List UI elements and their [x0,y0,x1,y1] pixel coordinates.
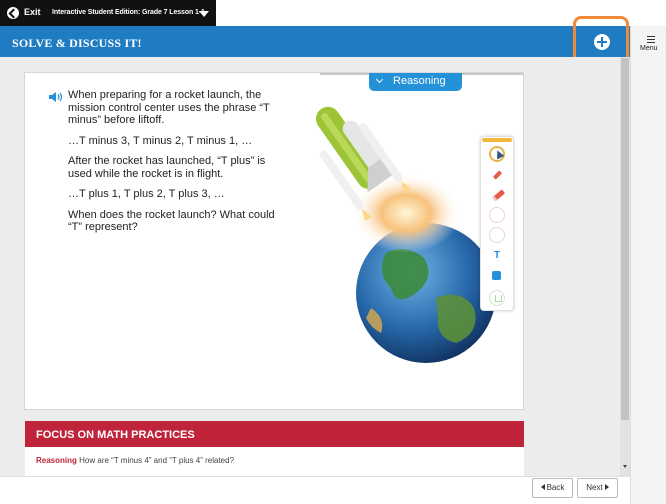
exit-button[interactable]: Exit [24,7,41,17]
focus-question-text: How are “T minus 4” and “T plus 4” relat… [79,456,235,465]
redo-icon[interactable] [489,227,505,243]
text-tool-icon[interactable]: T [489,248,505,264]
reasoning-tab[interactable]: Reasoning [369,73,462,91]
arrow-left-icon [540,484,545,490]
trash-icon[interactable] [489,290,505,306]
next-button[interactable]: Next [577,478,618,498]
problem-paragraph: When preparing for a rocket launch, the … [68,89,270,126]
pen-icon[interactable] [489,168,505,184]
undo-icon[interactable] [489,207,505,223]
menu-button[interactable]: Menu [640,45,658,52]
focus-question: Reasoning How are “T minus 4” and “T plu… [36,456,234,465]
scrollbar-thumb[interactable] [621,58,629,420]
edition-title[interactable]: Interactive Student Edition: Grade 7 Les… [52,9,205,16]
eraser-icon[interactable] [489,188,505,204]
problem-paragraph: …T plus 1, T plus 2, T plus 3, … [68,188,225,200]
problem-text: When preparing for a rocket launch, the … [68,89,290,242]
hamburger-icon[interactable] [647,36,655,43]
focus-title: FOCUS ON MATH PRACTICES [36,429,195,441]
menu-panel [630,26,666,504]
focus-keyword: Reasoning [36,456,77,465]
next-label: Next [586,483,603,492]
select-cursor-icon[interactable] [489,146,505,162]
chevron-down-icon [375,75,384,84]
plus-circle-icon[interactable] [594,34,610,50]
problem-paragraph: When does the rocket launch? What could … [68,208,275,234]
back-button[interactable]: Back [532,478,573,498]
speaker-icon[interactable] [48,91,64,103]
arrow-right-icon [604,484,609,490]
palette-drag-handle[interactable] [482,138,512,142]
problem-paragraph: After the rocket has launched, “T plus” … [68,155,266,180]
chevron-down-icon[interactable] [199,11,209,17]
page-title: SOLVE & DISCUSS IT! [12,36,142,50]
zoom-icon[interactable] [489,268,505,284]
scroll-down-icon[interactable] [623,465,627,468]
back-label: Back [546,483,565,492]
reasoning-label: Reasoning [393,75,446,87]
exit-icon[interactable] [7,7,19,19]
tool-palette [480,136,514,311]
problem-paragraph: …T minus 3, T minus 2, T minus 1, … [68,134,253,147]
